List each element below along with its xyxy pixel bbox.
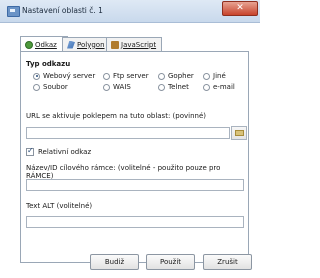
radio-label: Soubor (43, 83, 68, 91)
tab-label: JavaScript (121, 40, 157, 49)
radio-jine[interactable]: Jiné (203, 72, 226, 80)
tab-panel: Typ odkazu Webový server Ftp server Goph… (20, 51, 249, 263)
cancel-button[interactable]: Zrušit (203, 254, 252, 270)
radio-label: Jiné (213, 72, 226, 80)
ok-button[interactable]: Budiž (90, 254, 139, 270)
tab-label: Polygon (77, 40, 105, 49)
tab-odkaz[interactable]: Odkaz (20, 36, 68, 52)
window-icon (7, 6, 20, 17)
title-bar: Nastavení oblasti č. 1 ✕ (0, 0, 260, 23)
radio-button[interactable] (103, 83, 110, 91)
radio-ftp-server[interactable]: Ftp server (103, 72, 149, 80)
link-type-title: Typ odkazu (26, 60, 71, 68)
radio-button[interactable] (33, 83, 40, 91)
browse-button[interactable] (231, 126, 247, 140)
checkbox[interactable] (26, 146, 34, 156)
radio-label: Telnet (168, 83, 189, 91)
target-frame-field[interactable] (26, 179, 244, 191)
checkbox-label: Relativní odkaz (38, 148, 92, 156)
radio-email[interactable]: e-mail (203, 83, 235, 91)
radio-label: WAIS (113, 83, 131, 91)
window-title: Nastavení oblasti č. 1 (22, 6, 103, 15)
target-frame-label: Název/ID cílového rámce: (volitelné - po… (26, 164, 221, 180)
folder-icon (235, 130, 244, 136)
radio-button[interactable] (158, 83, 165, 91)
tab-javascript[interactable]: JavaScript (106, 37, 162, 51)
close-button[interactable]: ✕ (222, 1, 258, 16)
radio-label: e-mail (213, 83, 235, 91)
radio-telnet[interactable]: Telnet (158, 83, 189, 91)
radio-soubor[interactable]: Soubor (33, 83, 68, 91)
radio-button[interactable] (103, 72, 110, 80)
tab-label: Odkaz (35, 40, 57, 49)
relative-link-checkbox[interactable]: Relativní odkaz (26, 146, 92, 156)
radio-button[interactable] (203, 72, 210, 80)
radio-button[interactable] (33, 72, 40, 80)
radio-wais[interactable]: WAIS (103, 83, 131, 91)
radio-button[interactable] (158, 72, 165, 80)
radio-label: Ftp server (113, 72, 149, 80)
radio-label: Webový server (43, 72, 96, 80)
url-label: URL se aktivuje poklepem na tuto oblast:… (26, 112, 206, 120)
alt-text-label: Text ALT (volitelné) (26, 202, 93, 210)
url-field[interactable] (26, 127, 230, 139)
apply-button[interactable]: Použít (146, 254, 195, 270)
alt-text-field[interactable] (26, 216, 244, 228)
link-icon (25, 40, 33, 49)
radio-gopher[interactable]: Gopher (158, 72, 194, 80)
radio-label: Gopher (168, 72, 194, 80)
polygon-icon (67, 40, 75, 49)
radio-button[interactable] (203, 83, 210, 91)
javascript-icon (111, 40, 119, 49)
tab-polygon[interactable]: Polygon (62, 37, 110, 51)
radio-webovy-server[interactable]: Webový server (33, 72, 95, 80)
